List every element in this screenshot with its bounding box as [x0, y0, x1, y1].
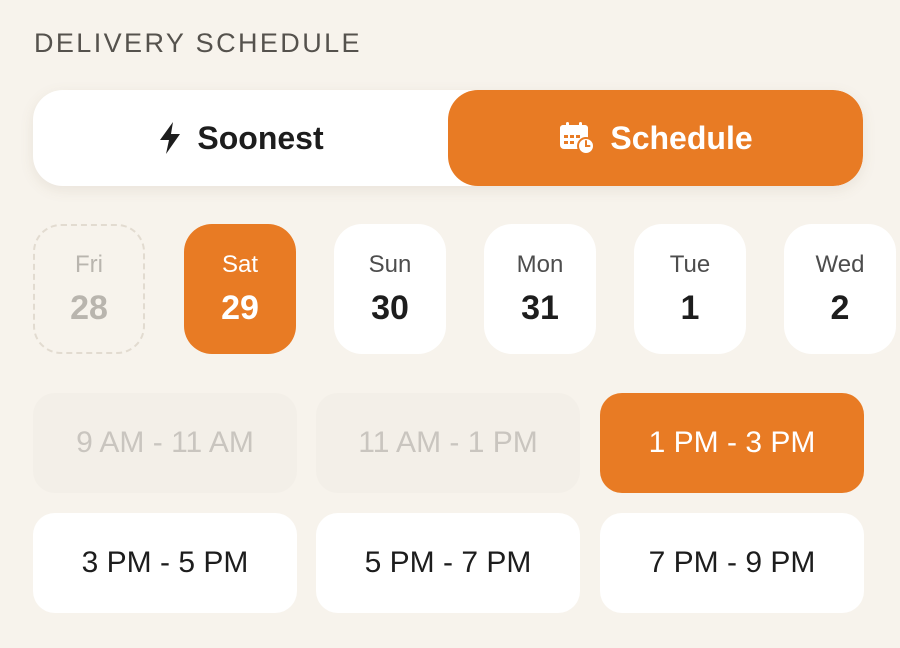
schedule-label: Schedule — [610, 119, 753, 156]
day-card-wed-2[interactable]: Wed 2 — [784, 224, 896, 354]
time-slot[interactable]: 3 PM - 5 PM — [33, 513, 297, 613]
time-slot: 9 AM - 11 AM — [33, 393, 297, 493]
lightning-bolt-icon — [157, 121, 183, 155]
day-of-week: Sun — [368, 251, 412, 278]
soonest-option[interactable]: Soonest — [33, 90, 448, 186]
day-number: 1 — [680, 289, 700, 327]
time-slot[interactable]: 7 PM - 9 PM — [600, 513, 864, 613]
day-of-week: Fri — [75, 251, 103, 278]
day-picker: Fri 28 Sat 29 Sun 30 Mon 31 Tue 1 Wed 2 — [0, 222, 900, 356]
day-of-week: Sat — [221, 251, 259, 278]
day-card-fri-28: Fri 28 — [33, 224, 145, 354]
time-slot: 11 AM - 1 PM — [316, 393, 580, 493]
day-of-week: Mon — [516, 251, 564, 278]
time-slot[interactable]: 1 PM - 3 PM — [600, 393, 864, 493]
calendar-clock-icon — [558, 121, 596, 155]
day-card-sun-30[interactable]: Sun 30 — [334, 224, 446, 354]
day-card-tue-1[interactable]: Tue 1 — [634, 224, 746, 354]
day-card-mon-31[interactable]: Mon 31 — [484, 224, 596, 354]
soonest-label: Soonest — [197, 119, 324, 156]
day-number: 31 — [521, 289, 559, 327]
day-number: 28 — [70, 289, 108, 327]
delivery-mode-toggle: Soonest Schedule — [33, 90, 863, 186]
delivery-schedule-screen: DELIVERY SCHEDULE Soonest Schedule Fri 2… — [0, 0, 900, 648]
day-of-week: Wed — [815, 251, 865, 278]
schedule-option[interactable]: Schedule — [448, 90, 863, 186]
day-number: 2 — [830, 289, 850, 327]
time-slot[interactable]: 5 PM - 7 PM — [316, 513, 580, 613]
day-number: 30 — [371, 289, 409, 327]
day-of-week: Tue — [669, 251, 711, 278]
day-number: 29 — [221, 289, 259, 327]
day-card-sat-29[interactable]: Sat 29 — [184, 224, 296, 354]
section-title: DELIVERY SCHEDULE — [34, 28, 362, 58]
